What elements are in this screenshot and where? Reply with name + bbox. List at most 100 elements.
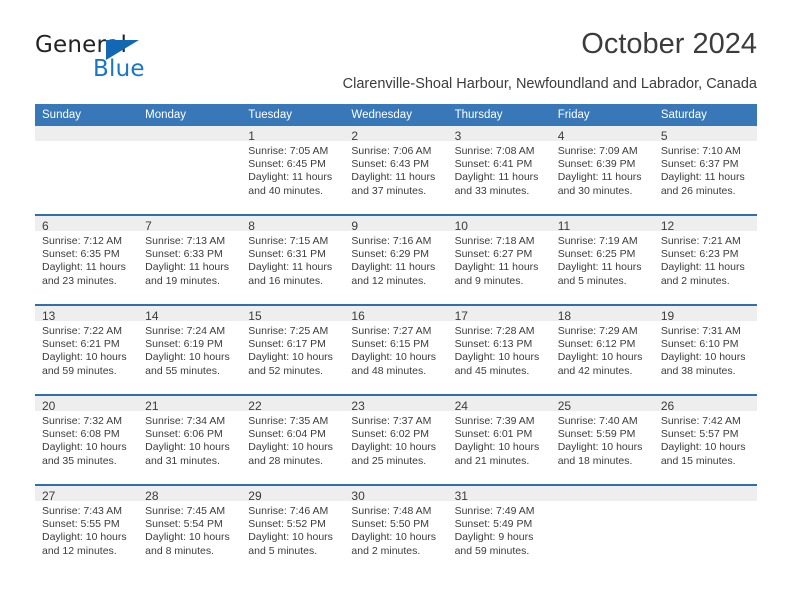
day-cell[interactable]: 24 Sunrise: 7:39 AM Sunset: 6:01 PM Dayl… — [447, 394, 551, 485]
day-details: Sunrise: 7:24 AM Sunset: 6:19 PM Dayligh… — [138, 321, 241, 378]
day-details: Sunrise: 7:42 AM Sunset: 5:57 PM Dayligh… — [654, 411, 757, 468]
day-cell[interactable]: 18 Sunrise: 7:29 AM Sunset: 6:12 PM Dayl… — [550, 304, 654, 395]
day-cell[interactable]: 29 Sunrise: 7:46 AM Sunset: 5:52 PM Dayl… — [241, 484, 345, 574]
sunrise-text: Sunrise: 7:49 AM — [454, 505, 535, 517]
day-details: Sunrise: 7:08 AM Sunset: 6:41 PM Dayligh… — [448, 141, 551, 198]
sunrise-text: Sunrise: 7:40 AM — [557, 415, 638, 427]
daylight-text: Daylight: 10 hours and 2 minutes. — [351, 531, 437, 557]
day-cell[interactable]: 4 Sunrise: 7:09 AM Sunset: 6:39 PM Dayli… — [550, 126, 654, 215]
day-cell[interactable]: 10 Sunrise: 7:18 AM Sunset: 6:27 PM Dayl… — [447, 214, 551, 305]
daylight-text: Daylight: 10 hours and 35 minutes. — [42, 441, 127, 467]
day-details: Sunrise: 7:10 AM Sunset: 6:37 PM Dayligh… — [654, 141, 757, 198]
daylight-text: Daylight: 11 hours and 30 minutes. — [557, 171, 642, 197]
sunrise-text: Sunrise: 7:46 AM — [248, 505, 329, 517]
day-details: Sunrise: 7:06 AM Sunset: 6:43 PM Dayligh… — [344, 141, 447, 198]
day-cell[interactable]: 1 Sunrise: 7:05 AM Sunset: 6:45 PM Dayli… — [241, 126, 345, 215]
daylight-text: Daylight: 11 hours and 19 minutes. — [145, 261, 229, 287]
daylight-text: Daylight: 11 hours and 40 minutes. — [248, 171, 333, 197]
daylight-text: Daylight: 10 hours and 12 minutes. — [42, 531, 127, 557]
day-cell[interactable]: 6 Sunrise: 7:12 AM Sunset: 6:35 PM Dayli… — [35, 214, 139, 305]
day-cell[interactable]: 16 Sunrise: 7:27 AM Sunset: 6:15 PM Dayl… — [344, 304, 448, 395]
day-cell[interactable]: 11 Sunrise: 7:19 AM Sunset: 6:25 PM Dayl… — [550, 214, 654, 305]
day-number: 9 — [344, 216, 448, 233]
sunrise-text: Sunrise: 7:34 AM — [145, 415, 226, 427]
day-cell[interactable]: 31 Sunrise: 7:49 AM Sunset: 5:49 PM Dayl… — [447, 484, 551, 574]
sunrise-text: Sunrise: 7:28 AM — [454, 325, 535, 337]
daylight-text: Daylight: 11 hours and 5 minutes. — [557, 261, 642, 287]
day-number — [653, 486, 757, 501]
day-cell[interactable]: 3 Sunrise: 7:08 AM Sunset: 6:41 PM Dayli… — [447, 126, 551, 215]
day-cell[interactable]: 15 Sunrise: 7:25 AM Sunset: 6:17 PM Dayl… — [241, 304, 345, 395]
day-details: Sunrise: 7:12 AM Sunset: 6:35 PM Dayligh… — [35, 231, 138, 288]
day-number: 26 — [653, 396, 757, 413]
daylight-text: Daylight: 10 hours and 25 minutes. — [351, 441, 437, 467]
day-number: 23 — [344, 396, 448, 413]
day-number: 14 — [138, 306, 242, 323]
day-cell[interactable]: 13 Sunrise: 7:22 AM Sunset: 6:21 PM Dayl… — [35, 304, 139, 395]
sunset-text: Sunset: 6:21 PM — [42, 338, 120, 351]
day-cell[interactable]: 23 Sunrise: 7:37 AM Sunset: 6:02 PM Dayl… — [344, 394, 448, 485]
sunrise-text: Sunrise: 7:29 AM — [557, 325, 638, 337]
weekday-header-wednesday: Wednesday — [344, 104, 448, 126]
sunset-text: Sunset: 5:52 PM — [248, 518, 326, 531]
day-cell[interactable]: 12 Sunrise: 7:21 AM Sunset: 6:23 PM Dayl… — [653, 214, 757, 305]
calendar-body: 1 Sunrise: 7:05 AM Sunset: 6:45 PM Dayli… — [35, 126, 757, 574]
day-cell[interactable]: 5 Sunrise: 7:10 AM Sunset: 6:37 PM Dayli… — [653, 126, 757, 215]
day-details: Sunrise: 7:15 AM Sunset: 6:31 PM Dayligh… — [241, 231, 344, 288]
day-cell[interactable]: 22 Sunrise: 7:35 AM Sunset: 6:04 PM Dayl… — [241, 394, 345, 485]
daylight-text: Daylight: 10 hours and 5 minutes. — [248, 531, 333, 557]
day-cell-empty — [653, 484, 757, 574]
calendar-page: General Blue October 2024 Clarenville-Sh… — [0, 0, 792, 612]
sunset-text: Sunset: 6:41 PM — [454, 158, 533, 171]
sunrise-text: Sunrise: 7:06 AM — [351, 145, 432, 157]
day-number: 7 — [138, 216, 242, 233]
day-details: Sunrise: 7:35 AM Sunset: 6:04 PM Dayligh… — [241, 411, 344, 468]
sunrise-text: Sunrise: 7:24 AM — [145, 325, 226, 337]
day-details: Sunrise: 7:43 AM Sunset: 5:55 PM Dayligh… — [35, 501, 138, 558]
day-number: 19 — [653, 306, 757, 323]
sunset-text: Sunset: 6:43 PM — [351, 158, 430, 171]
day-details: Sunrise: 7:25 AM Sunset: 6:17 PM Dayligh… — [241, 321, 344, 378]
day-cell[interactable]: 7 Sunrise: 7:13 AM Sunset: 6:33 PM Dayli… — [138, 214, 242, 305]
day-details: Sunrise: 7:45 AM Sunset: 5:54 PM Dayligh… — [138, 501, 241, 558]
sunrise-text: Sunrise: 7:09 AM — [557, 145, 638, 157]
day-details: Sunrise: 7:40 AM Sunset: 5:59 PM Dayligh… — [551, 411, 654, 468]
day-details: Sunrise: 7:39 AM Sunset: 6:01 PM Dayligh… — [448, 411, 551, 468]
day-cell[interactable]: 21 Sunrise: 7:34 AM Sunset: 6:06 PM Dayl… — [138, 394, 242, 485]
daylight-text: Daylight: 11 hours and 23 minutes. — [42, 261, 126, 287]
day-number: 12 — [653, 216, 757, 233]
sunset-text: Sunset: 6:12 PM — [557, 338, 636, 351]
daylight-text: Daylight: 10 hours and 21 minutes. — [454, 441, 540, 467]
sunrise-text: Sunrise: 7:43 AM — [42, 505, 122, 517]
sunset-text: Sunset: 5:55 PM — [42, 518, 120, 531]
daylight-text: Daylight: 10 hours and 18 minutes. — [557, 441, 643, 467]
page-header: General Blue October 2024 Clarenville-Sh… — [35, 28, 757, 96]
general-blue-logo[interactable]: General Blue — [35, 32, 255, 88]
day-cell[interactable]: 20 Sunrise: 7:32 AM Sunset: 6:08 PM Dayl… — [35, 394, 139, 485]
day-cell[interactable]: 30 Sunrise: 7:48 AM Sunset: 5:50 PM Dayl… — [344, 484, 448, 574]
calendar-table: Sunday Monday Tuesday Wednesday Thursday… — [35, 104, 757, 574]
day-cell-empty — [550, 484, 654, 574]
day-cell[interactable]: 8 Sunrise: 7:15 AM Sunset: 6:31 PM Dayli… — [241, 214, 345, 305]
day-cell[interactable]: 9 Sunrise: 7:16 AM Sunset: 6:29 PM Dayli… — [344, 214, 448, 305]
day-cell[interactable]: 17 Sunrise: 7:28 AM Sunset: 6:13 PM Dayl… — [447, 304, 551, 395]
weekday-header-thursday: Thursday — [447, 104, 551, 126]
day-cell[interactable]: 28 Sunrise: 7:45 AM Sunset: 5:54 PM Dayl… — [138, 484, 242, 574]
day-number: 21 — [138, 396, 242, 413]
week-row: 13 Sunrise: 7:22 AM Sunset: 6:21 PM Dayl… — [35, 304, 757, 395]
daylight-text: Daylight: 10 hours and 48 minutes. — [351, 351, 437, 377]
daylight-text: Daylight: 11 hours and 16 minutes. — [248, 261, 333, 287]
week-row: 20 Sunrise: 7:32 AM Sunset: 6:08 PM Dayl… — [35, 394, 757, 485]
day-cell[interactable]: 26 Sunrise: 7:42 AM Sunset: 5:57 PM Dayl… — [653, 394, 757, 485]
sunset-text: Sunset: 6:19 PM — [145, 338, 223, 351]
sunset-text: Sunset: 6:25 PM — [557, 248, 636, 261]
day-cell[interactable]: 27 Sunrise: 7:43 AM Sunset: 5:55 PM Dayl… — [35, 484, 139, 574]
sunrise-text: Sunrise: 7:18 AM — [454, 235, 535, 247]
sunrise-text: Sunrise: 7:12 AM — [42, 235, 122, 247]
sunset-text: Sunset: 6:37 PM — [660, 158, 739, 171]
day-cell[interactable]: 14 Sunrise: 7:24 AM Sunset: 6:19 PM Dayl… — [138, 304, 242, 395]
day-cell[interactable]: 2 Sunrise: 7:06 AM Sunset: 6:43 PM Dayli… — [344, 126, 448, 215]
day-cell[interactable]: 19 Sunrise: 7:31 AM Sunset: 6:10 PM Dayl… — [653, 304, 757, 395]
weekday-header-row: Sunday Monday Tuesday Wednesday Thursday… — [35, 104, 757, 126]
day-cell[interactable]: 25 Sunrise: 7:40 AM Sunset: 5:59 PM Dayl… — [550, 394, 654, 485]
